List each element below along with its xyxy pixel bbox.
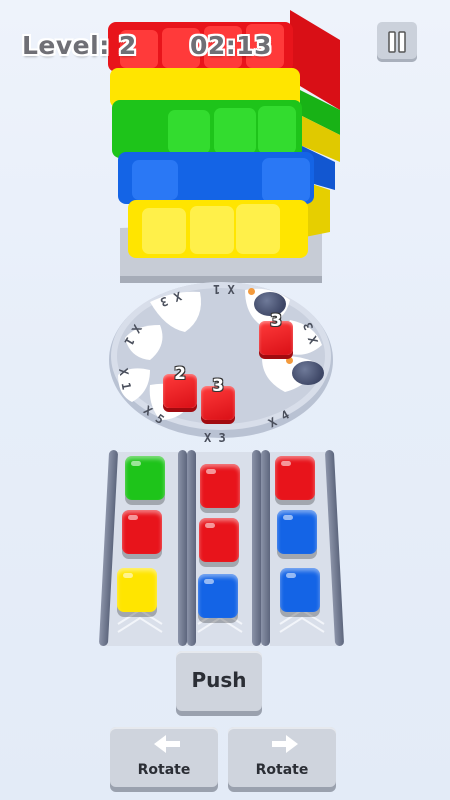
dial-label: X 3 [300,320,322,346]
dial-label: X 4 [265,407,292,431]
pause-icon [388,31,406,53]
rotate-left-button[interactable]: Rotate [110,727,218,787]
block-blue [277,510,317,554]
push-button[interactable]: Push [176,651,262,711]
dial-label: X 1 [121,322,145,348]
lane-rail [187,450,196,646]
level-indicator: Level: 2 [22,31,137,60]
block-blue [280,568,320,612]
block-red [275,456,315,500]
dial-piece-red[interactable]: 3 [259,311,293,355]
block-red [122,510,162,554]
rotate-left-label: Rotate [137,762,191,778]
rotate-right-button[interactable]: Rotate [228,727,336,787]
block-blue [198,574,238,618]
dial-label: X 5 [140,403,167,427]
lane-2[interactable] [196,452,274,646]
arrow-right-icon [272,735,298,753]
arrow-left-icon [154,735,180,753]
pause-button[interactable] [377,22,417,62]
bomb-icon [286,357,324,385]
rotate-right-label: Rotate [255,762,309,778]
dial-piece-red[interactable]: 3 [201,376,235,420]
dial-piece-red[interactable]: 2 [163,364,197,408]
piece-count: 2 [174,364,186,384]
block-yellow [117,568,157,612]
countdown-timer: 02:13 [190,31,273,60]
piece-count: 3 [270,311,282,331]
piece-count: 3 [212,376,224,396]
lane-3[interactable] [268,452,346,646]
block-green [125,456,165,500]
lane-1[interactable] [110,452,188,646]
block-red [200,464,240,508]
block-red [199,518,239,562]
dial-label: X 3 [204,431,226,445]
dial-label: X 1 [116,367,134,391]
dial-label: X 3 [158,288,184,310]
dial-label: X 1 [213,282,235,296]
